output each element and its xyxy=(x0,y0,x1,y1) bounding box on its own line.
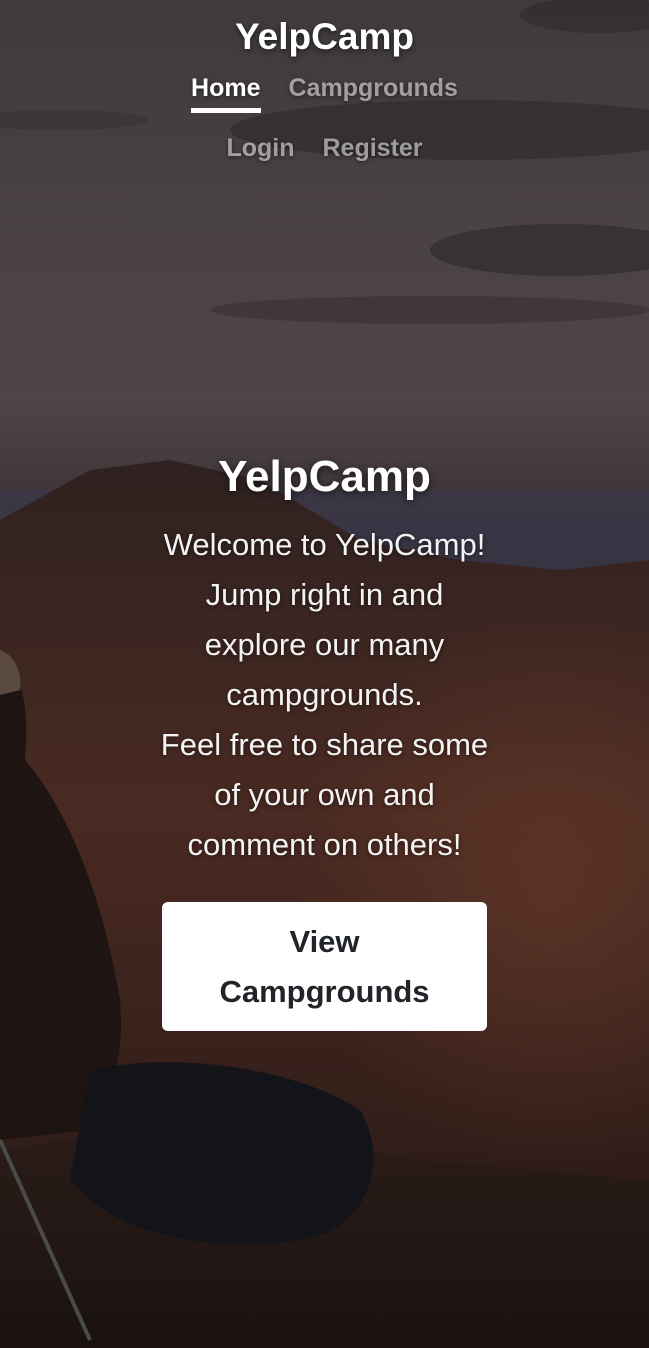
hero-text: Welcome to YelpCamp! Jump right in and e… xyxy=(155,520,495,870)
nav-link-login[interactable]: Login xyxy=(226,134,294,169)
hero-title: YelpCamp xyxy=(218,452,431,501)
hero-section: YelpCamp Welcome to YelpCamp! Jump right… xyxy=(0,452,649,1031)
hero-paragraph-share: Feel free to share some of your own and … xyxy=(160,727,489,862)
nav-link-register[interactable]: Register xyxy=(322,134,422,169)
navbar-brand[interactable]: YelpCamp xyxy=(0,16,649,58)
hero-paragraph-explore: Jump right in and explore our many campg… xyxy=(204,577,445,712)
hero-paragraph-welcome: Welcome to YelpCamp! xyxy=(163,527,486,562)
nav-link-campgrounds[interactable]: Campgrounds xyxy=(289,74,458,113)
nav-row-auth: Login Register xyxy=(0,134,649,169)
nav-link-home[interactable]: Home xyxy=(191,74,261,113)
page: YelpCamp Home Campgrounds Login Register… xyxy=(0,0,649,1348)
view-campgrounds-button[interactable]: View Campgrounds xyxy=(162,902,487,1031)
nav-row-primary: Home Campgrounds xyxy=(0,74,649,113)
